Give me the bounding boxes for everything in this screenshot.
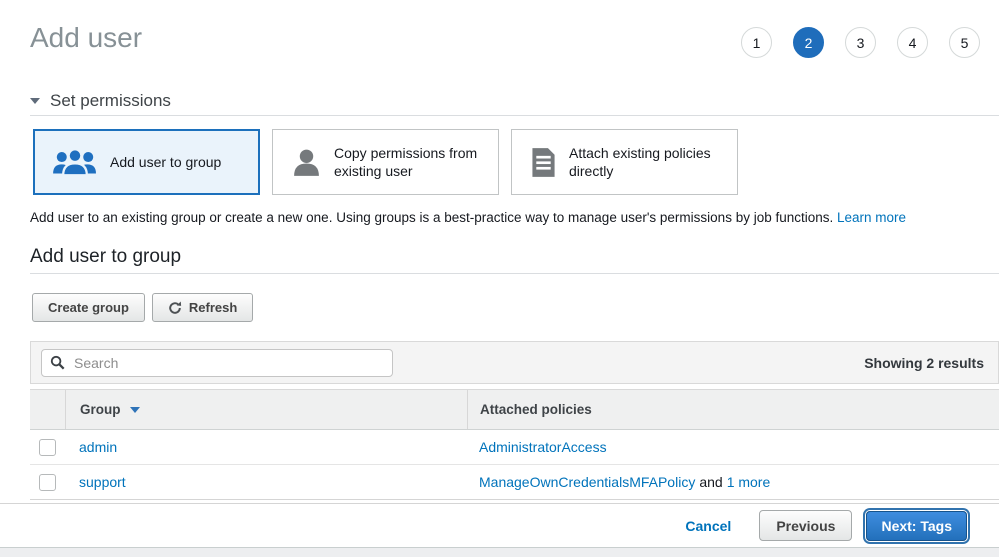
policy-link[interactable]: ManageOwnCredentialsMFAPolicy <box>479 474 695 490</box>
section-description: Add user to an existing group or create … <box>30 210 979 225</box>
search-box[interactable] <box>41 349 393 377</box>
user-group-icon <box>52 147 98 178</box>
row-checkbox-cell <box>30 465 65 499</box>
row-checkbox[interactable] <box>39 439 56 456</box>
results-count: Showing 2 results <box>864 355 984 371</box>
permission-option-cards: Add user to group Copy permissions from … <box>33 129 738 195</box>
page-title: Add user <box>30 22 142 54</box>
table-row-support: support ManageOwnCredentialsMFAPolicy an… <box>30 465 999 500</box>
cancel-link[interactable]: Cancel <box>685 518 731 534</box>
search-input[interactable] <box>72 354 384 372</box>
user-icon <box>291 147 322 178</box>
policy-document-icon <box>530 147 557 178</box>
step-5: 5 <box>949 27 980 58</box>
step-3: 3 <box>845 27 876 58</box>
set-permissions-title: Set permissions <box>50 91 171 111</box>
row-checkbox-cell <box>30 430 65 464</box>
group-column-label: Group <box>80 402 121 417</box>
table-header-row: Group Attached policies <box>30 389 999 430</box>
policies-cell: ManageOwnCredentialsMFAPolicy and 1 more <box>467 465 999 499</box>
row-checkbox[interactable] <box>39 474 56 491</box>
table-row-admin: admin AdministratorAccess <box>30 430 999 465</box>
group-name-link[interactable]: admin <box>79 439 117 455</box>
table-toolbar: Showing 2 results <box>30 341 999 384</box>
group-cell: support <box>65 465 467 499</box>
step-1: 1 <box>741 27 772 58</box>
attached-policies-column-label: Attached policies <box>480 402 592 417</box>
policy-and-text: and <box>699 474 722 490</box>
footer-actions: Cancel Previous Next: Tags <box>0 503 999 547</box>
policies-cell: AdministratorAccess <box>467 430 999 464</box>
more-policies-link[interactable]: 1 more <box>727 474 771 490</box>
wizard-steps: 1 2 3 4 5 <box>741 27 980 58</box>
create-group-label: Create group <box>48 300 129 315</box>
card-attach-policies[interactable]: Attach existing policies directly <box>511 129 738 195</box>
learn-more-link[interactable]: Learn more <box>837 210 906 225</box>
sort-descending-icon <box>130 407 140 413</box>
create-group-button[interactable]: Create group <box>32 293 145 322</box>
refresh-icon <box>168 301 182 315</box>
search-icon <box>50 355 65 370</box>
column-header-group[interactable]: Group <box>66 390 468 429</box>
card-copy-permissions[interactable]: Copy permissions from existing user <box>272 129 499 195</box>
step-2-current: 2 <box>793 27 824 58</box>
description-text: Add user to an existing group or create … <box>30 210 833 225</box>
refresh-label: Refresh <box>189 300 237 315</box>
refresh-button[interactable]: Refresh <box>152 293 253 322</box>
card-label: Attach existing policies directly <box>569 144 729 180</box>
select-all-header-cell <box>30 390 66 429</box>
wizard-footer: Cancel Previous Next: Tags <box>0 503 999 557</box>
group-cell: admin <box>65 430 467 464</box>
section-divider <box>30 273 999 274</box>
group-name-link[interactable]: support <box>79 474 126 490</box>
add-user-to-group-heading: Add user to group <box>30 246 181 268</box>
page-bottom-strip <box>0 547 999 557</box>
group-toolbar: Create group Refresh <box>32 293 253 322</box>
next-tags-button[interactable]: Next: Tags <box>866 511 967 541</box>
previous-button[interactable]: Previous <box>759 510 852 541</box>
set-permissions-section-header[interactable]: Set permissions <box>30 91 171 111</box>
column-header-attached-policies: Attached policies <box>468 390 999 429</box>
step-4: 4 <box>897 27 928 58</box>
collapse-arrow-icon <box>30 98 40 104</box>
section-divider <box>30 115 999 116</box>
card-label: Add user to group <box>110 153 221 171</box>
groups-table: Showing 2 results Group Attached policie… <box>30 341 999 500</box>
policy-link[interactable]: AdministratorAccess <box>479 439 607 455</box>
card-add-user-to-group[interactable]: Add user to group <box>33 129 260 195</box>
card-label: Copy permissions from existing user <box>334 144 490 180</box>
